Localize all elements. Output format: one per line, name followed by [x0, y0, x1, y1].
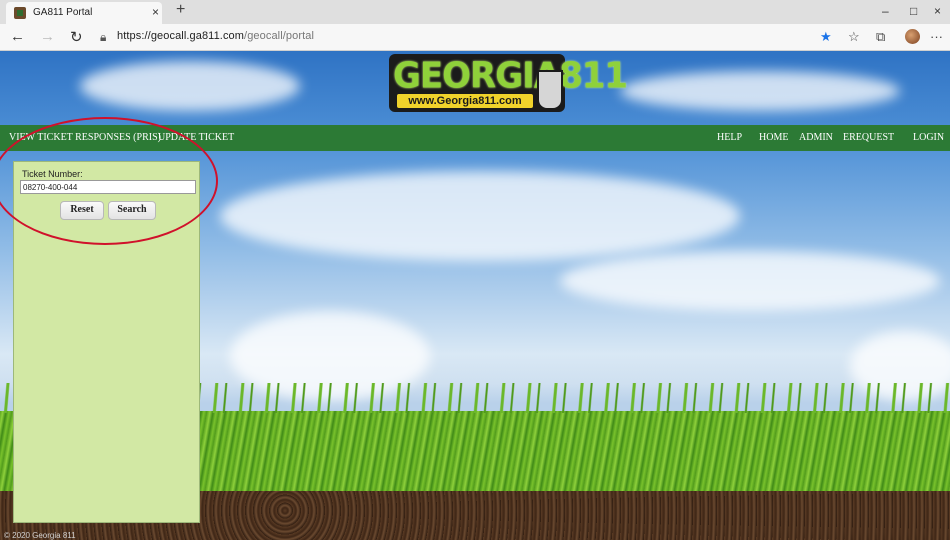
nav-view-ticket-responses[interactable]: VIEW TICKET RESPONSES (PRIS): [9, 132, 161, 143]
ticket-number-label: Ticket Number:: [22, 169, 83, 179]
lock-icon: 🔒︎: [100, 30, 107, 44]
maximize-icon[interactable]: □: [910, 4, 917, 18]
forward-icon[interactable]: →: [40, 28, 55, 45]
refresh-icon[interactable]: ↻: [70, 28, 83, 46]
more-icon[interactable]: ···: [930, 29, 943, 44]
nav-home[interactable]: HOME: [759, 132, 788, 143]
new-tab-icon[interactable]: +: [176, 1, 185, 19]
favorites-list-icon[interactable]: ☆: [848, 29, 860, 45]
cloud: [620, 71, 900, 111]
url-field[interactable]: https://geocall.ga811.com/geocall/portal: [117, 30, 314, 42]
cloud: [80, 61, 300, 111]
georgia811-logo[interactable]: GEORGIA811 www.Georgia811.com: [389, 54, 628, 112]
ticket-number-input[interactable]: [20, 180, 196, 194]
search-button[interactable]: Search: [108, 201, 156, 220]
nav-update-ticket[interactable]: UPDATE TICKET: [158, 132, 234, 143]
nav-help[interactable]: HELP: [717, 132, 742, 143]
nav-erequest[interactable]: EREQUEST: [843, 132, 894, 143]
copyright-text: © 2020 Georgia 811: [4, 531, 76, 540]
portal-page: GEORGIA811 www.Georgia811.com VIEW TICKE…: [0, 51, 950, 540]
back-icon[interactable]: ←: [10, 28, 25, 45]
close-window-icon[interactable]: ×: [934, 4, 941, 18]
ticket-search-panel: Ticket Number: Reset Search: [13, 161, 200, 523]
main-navbar: VIEW TICKET RESPONSES (PRIS) UPDATE TICK…: [0, 125, 950, 151]
favorite-star-icon[interactable]: ★: [820, 29, 832, 45]
logo-url: www.Georgia811.com: [397, 94, 533, 108]
ga811-favicon-icon: [14, 7, 26, 19]
tab-title: GA811 Portal: [33, 7, 93, 18]
tab-close-icon[interactable]: ×: [152, 5, 159, 19]
reset-button[interactable]: Reset: [60, 201, 104, 220]
profile-avatar[interactable]: [905, 29, 920, 44]
cloud: [560, 251, 940, 311]
browser-tabstrip: GA811 Portal × + – □ ×: [0, 0, 950, 24]
cloud: [220, 171, 740, 261]
nav-admin[interactable]: ADMIN: [799, 132, 833, 143]
browser-tab[interactable]: GA811 Portal ×: [6, 2, 162, 24]
nav-login[interactable]: LOGIN: [913, 132, 944, 143]
logo-text: GEORGIA811: [393, 55, 628, 97]
shovel-icon: [537, 70, 563, 110]
minimize-icon[interactable]: –: [882, 4, 889, 18]
url-path: /geocall/portal: [244, 30, 315, 42]
url-base: https://geocall.ga811.com: [117, 30, 245, 42]
collections-icon[interactable]: ⧉: [876, 29, 885, 45]
address-bar: ← → ↻ 🔒︎ https://geocall.ga811.com/geoca…: [0, 24, 950, 51]
